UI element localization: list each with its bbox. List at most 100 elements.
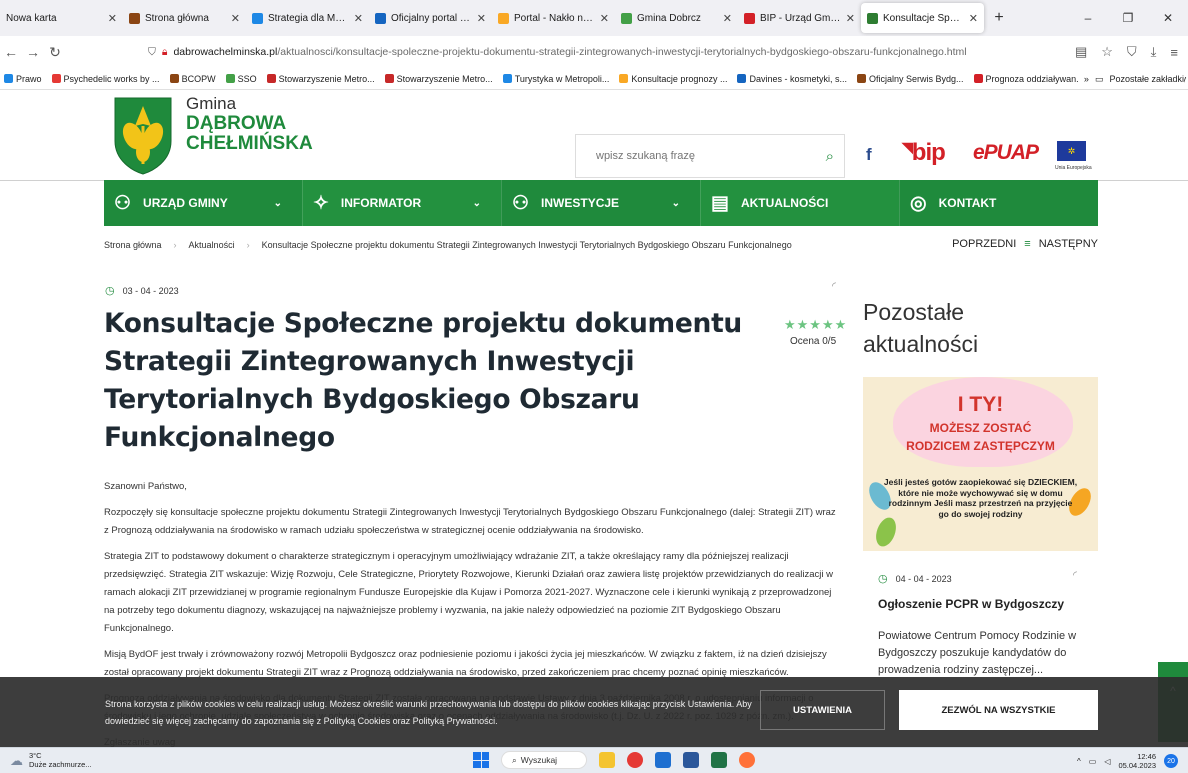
menu-item-4[interactable]: ◎ KONTAKT — [899, 180, 1098, 226]
bookmark-item[interactable]: Prawo — [4, 74, 42, 84]
menu-item-2[interactable]: ⚇ INWESTYCJE ⌄ — [501, 180, 700, 226]
tab-title: Nowa karta — [6, 12, 57, 24]
rss-icon[interactable]: ◜ — [1073, 570, 1077, 581]
browser-tab[interactable]: Strona główna ✕ — [123, 0, 246, 36]
url-bar[interactable]: ⛉ 🔒︎ dabrowachelminska.pl/aktualnosci/ko… — [148, 40, 1008, 64]
network-icon[interactable]: ▭ — [1089, 757, 1097, 766]
browser-tab[interactable]: Konsultacje Społeczne projek ✕ — [861, 3, 984, 33]
bookmark-item[interactable]: Davines - kosmetyki, s... — [737, 74, 847, 84]
browser-tab[interactable]: Nowa karta ✕ — [0, 0, 123, 36]
menu-item-0[interactable]: ⚇ URZĄD GMINY ⌄ — [104, 180, 302, 226]
notification-badge[interactable]: 20 — [1164, 754, 1178, 768]
bookmark-item[interactable]: BCOPW — [169, 74, 216, 84]
bookmark-item[interactable]: Psychedelic works by ... — [51, 74, 160, 84]
bookmark-item[interactable]: SSO — [225, 73, 257, 84]
bookmark-favicon-icon — [384, 74, 394, 83]
coat-of-arms-icon[interactable] — [113, 96, 173, 176]
browser-tab[interactable]: Oficjalny portal Gmina Łabisz ✕ — [369, 0, 492, 36]
close-tab-icon[interactable]: ✕ — [231, 12, 240, 25]
maximize-icon[interactable]: ❐ — [1108, 0, 1148, 36]
tab-favicon-icon — [375, 12, 386, 24]
word-icon[interactable] — [683, 752, 699, 768]
close-tab-icon[interactable]: ✕ — [969, 12, 978, 25]
browser-tab[interactable]: BIP - Urząd Gminy Dobrcz: St ✕ — [738, 0, 861, 36]
windows-start-icon[interactable] — [473, 752, 489, 768]
bookmark-item[interactable]: Stowarzyszenie Metro... — [384, 74, 493, 84]
back-icon[interactable]: ← — [0, 44, 22, 60]
outlook-icon[interactable] — [655, 752, 671, 768]
bookmark-item[interactable]: Konsultacje prognozy ... — [619, 74, 727, 84]
breadcrumb-current: Konsultacje Społeczne projektu dokumentu… — [261, 240, 792, 250]
reader-icon[interactable]: ▤ — [1075, 44, 1087, 60]
download-icon[interactable]: ⤓ — [1151, 44, 1157, 60]
minimize-icon[interactable]: – — [1068, 0, 1108, 36]
rss-icon[interactable]: ◜ — [832, 281, 836, 292]
bookmark-item[interactable]: Turystyka w Metropoli... — [502, 73, 610, 84]
menu-item-1[interactable]: ✧ INFORMATOR ⌄ — [302, 180, 501, 226]
shield-icon: ⛉ — [148, 45, 156, 58]
close-tab-icon[interactable]: ✕ — [108, 12, 117, 25]
breadcrumb-home[interactable]: Strona główna — [104, 240, 162, 250]
news-poster-image[interactable]: I TY! MOŻESZ ZOSTAĆ RODZICEM ZASTĘPCZYM … — [863, 377, 1098, 551]
bookmark-item[interactable]: Prognoza oddziaływan... — [973, 74, 1084, 84]
firefox-icon[interactable] — [739, 752, 755, 768]
other-bookmarks[interactable]: Pozostałe zakładki — [1109, 74, 1184, 84]
prev-link[interactable]: POPRZEDNI — [952, 238, 1016, 250]
chrome-icon[interactable] — [627, 752, 643, 768]
close-tab-icon[interactable]: ✕ — [600, 12, 609, 25]
eu-flag-icon[interactable]: ✲ — [1057, 141, 1086, 161]
news-icon: ▤ — [711, 192, 729, 214]
close-window-icon[interactable]: ✕ — [1148, 0, 1188, 36]
new-tab-button[interactable]: + — [984, 0, 1014, 36]
pocket-icon[interactable]: ⛉ — [1127, 44, 1137, 60]
chevron-down-icon[interactable]: ⌄ — [274, 198, 282, 209]
bookmark-label: Turystyka w Metropoli... — [514, 73, 610, 84]
weather-desc: Duże zachmurze... — [29, 760, 92, 769]
close-tab-icon[interactable]: ✕ — [354, 12, 363, 25]
bookmark-star-icon[interactable]: ☆ — [1101, 44, 1113, 60]
close-tab-icon[interactable]: ✕ — [846, 12, 855, 25]
close-tab-icon[interactable]: ✕ — [723, 12, 732, 25]
epuap-logo[interactable]: ePUAP — [973, 141, 1039, 165]
bip-logo[interactable]: ◥bip — [902, 139, 946, 167]
browser-tab[interactable]: Strategia dla Metropolii Bydg ✕ — [246, 0, 369, 36]
menu-item-3[interactable]: ▤ AKTUALNOŚCI — [700, 180, 899, 226]
chevron-down-icon[interactable]: ⌄ — [473, 198, 481, 209]
volume-icon[interactable]: ◁ — [1104, 757, 1110, 766]
bookmark-label: Davines - kosmetyki, s... — [749, 73, 847, 84]
eu-label: Unia Europejska — [1055, 165, 1092, 171]
bookmark-item[interactable]: Stowarzyszenie Metro... — [266, 74, 375, 84]
chevron-down-icon[interactable]: ⌄ — [672, 198, 680, 209]
search-icon[interactable]: ⌕ — [826, 148, 834, 165]
taskbar-search[interactable]: ⌕ Wyszukaj — [501, 751, 587, 769]
system-clock[interactable]: 12:46 05.04.2023 — [1118, 752, 1156, 770]
search-input[interactable] — [596, 150, 826, 162]
browser-tab[interactable]: Portal - Nakło nad Notecią ✕ — [492, 0, 615, 36]
excel-icon[interactable] — [711, 752, 727, 768]
reload-icon[interactable]: ↻ — [44, 44, 66, 61]
poster-line-2: MOŻESZ ZOSTAĆ — [929, 421, 1032, 435]
list-icon[interactable]: ≡ — [1024, 238, 1030, 250]
bookmarks-more-icon[interactable]: » — [1084, 74, 1089, 84]
weather-widget[interactable]: ☁ 3°C Duże zachmurze... — [10, 751, 92, 769]
tab-favicon-icon — [867, 12, 878, 24]
bookmark-label: SSO — [237, 73, 257, 84]
next-link[interactable]: NASTĘPNY — [1039, 238, 1098, 250]
article-pager: POPRZEDNI ≡ NASTĘPNY — [952, 238, 1098, 250]
breadcrumb-section[interactable]: Aktualności — [189, 240, 235, 250]
logo-title[interactable]: DĄBROWA CHEŁMIŃSKA — [186, 114, 313, 154]
rating-stars[interactable]: ★★★★★ — [784, 317, 847, 333]
facebook-icon[interactable]: f — [866, 145, 872, 165]
chevron-up-icon[interactable]: ^ — [1077, 757, 1081, 766]
browser-tab[interactable]: Gmina Dobrcz ✕ — [615, 0, 738, 36]
close-tab-icon[interactable]: ✕ — [477, 12, 486, 25]
article-date-text: 03 - 04 - 2023 — [122, 285, 179, 296]
menu-item-label: KONTAKT — [938, 196, 997, 210]
side-news-headline[interactable]: Ogłoszenie PCPR w Bydgoszczy — [878, 597, 1064, 611]
bookmark-item[interactable]: Oficjalny Serwis Bydg... — [856, 74, 964, 84]
cookie-accept-all-button[interactable]: ZEZWÓL NA WSZYSTKIE — [899, 690, 1098, 730]
menu-icon[interactable]: ≡ — [1170, 45, 1178, 60]
cookie-settings-button[interactable]: USTAWIENIA — [760, 690, 885, 730]
file-explorer-icon[interactable] — [599, 752, 615, 768]
forward-icon[interactable]: → — [22, 44, 44, 60]
